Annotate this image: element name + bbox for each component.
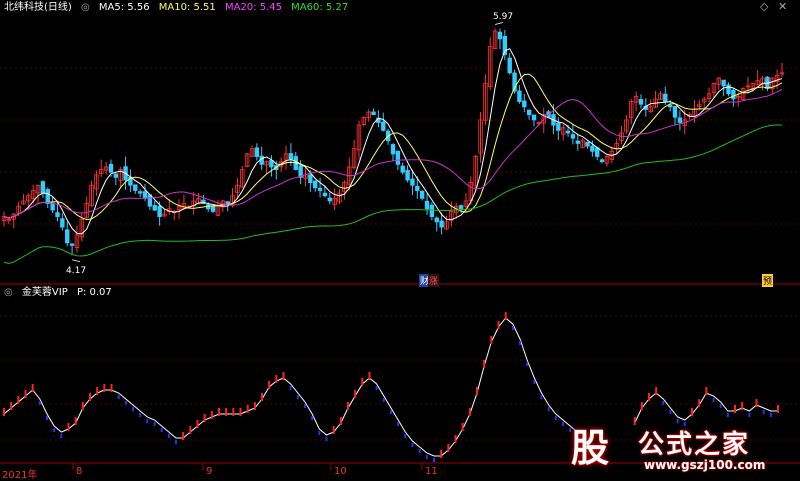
- indicator-value: P: 0.07: [76, 287, 112, 298]
- candle-body: [429, 204, 435, 218]
- candle-body: [565, 130, 571, 134]
- candle-body: [142, 191, 148, 199]
- high-marker-line: [495, 22, 504, 25]
- candle-body: [410, 178, 415, 186]
- candle-body: [225, 201, 230, 204]
- expand-icon[interactable]: ◇: [760, 0, 768, 13]
- candle-body: [726, 84, 731, 95]
- ma10-label: MA10: 5.51: [158, 2, 216, 13]
- ma5-label: MA5: 5.56: [98, 2, 150, 13]
- candle-body: [69, 243, 75, 246]
- candle-body: [108, 163, 114, 173]
- candle-body: [50, 202, 55, 211]
- low-marker-line: [71, 259, 81, 263]
- candle-body: [721, 79, 726, 87]
- candle-body: [507, 57, 512, 74]
- candle-body: [415, 185, 420, 191]
- candle-body: [60, 218, 65, 228]
- candle-body: [312, 180, 318, 189]
- candle-body: [371, 111, 376, 116]
- candle-body: [381, 121, 386, 131]
- osc-line: [634, 392, 778, 424]
- candle-body: [40, 181, 46, 194]
- stock-chart-window: 北纬科技(日线) ◎ MA5: 5.56 MA10: 5.51 MA20: 5.…: [0, 0, 800, 481]
- candle-body: [152, 205, 157, 211]
- candle-body: [395, 150, 401, 165]
- x-label-oct: 10: [334, 466, 347, 477]
- watermark-name: 公式之家: [638, 430, 751, 460]
- ma60-label: MA60: 5.27: [291, 2, 349, 13]
- candle-body: [405, 169, 410, 181]
- candle-body: [667, 104, 673, 108]
- candle-body: [322, 192, 328, 197]
- candle-body: [672, 106, 678, 118]
- candle-body: [210, 206, 216, 212]
- candle-body: [400, 165, 405, 173]
- candle-body: [317, 187, 323, 191]
- candle-body: [254, 147, 260, 157]
- candle-body: [133, 184, 138, 191]
- candle-body: [308, 174, 313, 184]
- ma20-label: MA20: 5.45: [224, 2, 282, 13]
- candle-body: [45, 189, 50, 204]
- low-price-label: 4.17: [66, 266, 87, 276]
- event-marker-forecast[interactable]: 预: [762, 274, 774, 287]
- candle-body: [269, 160, 274, 168]
- candle-body: [137, 191, 143, 194]
- candle-body: [424, 200, 430, 210]
- candle-body: [55, 212, 60, 218]
- candle-body: [113, 173, 119, 178]
- candle-body: [434, 217, 439, 223]
- candle-body: [731, 89, 736, 100]
- indicator-panel-header: ◎ 金芙蓉VIP P: 0.07: [4, 286, 118, 300]
- x-label-aug: 8: [76, 466, 83, 477]
- chart-canvas[interactable]: [0, 0, 800, 479]
- high-price-label: 5.97: [493, 12, 514, 22]
- event-marker-rise[interactable]: 涨: [428, 274, 440, 287]
- candle-body: [522, 100, 527, 108]
- candle-body: [327, 197, 332, 202]
- candle-body: [531, 114, 537, 121]
- candle-body: [677, 117, 683, 123]
- candle-body: [288, 153, 294, 160]
- candle-body: [663, 93, 668, 102]
- candle-body: [419, 190, 425, 199]
- candle-body: [599, 159, 605, 163]
- candle-body: [458, 205, 464, 210]
- candle-body: [65, 229, 70, 244]
- candle-body: [570, 134, 576, 139]
- settings-icon[interactable]: ◎: [81, 2, 90, 13]
- candle-body: [517, 90, 522, 102]
- candle-body: [390, 144, 396, 155]
- indicator-title: 金芙蓉VIP: [21, 287, 68, 298]
- indicator-settings-icon[interactable]: ◎: [4, 287, 13, 298]
- close-icon[interactable]: ✕: [778, 0, 787, 13]
- candle-body: [439, 220, 444, 228]
- candle-body: [585, 141, 590, 147]
- candle-body: [575, 140, 580, 144]
- x-label-nov: 11: [425, 466, 438, 477]
- candle-body: [526, 109, 532, 116]
- ma5-line: [3, 48, 783, 235]
- watermark-logo: 股: [570, 426, 609, 470]
- stock-title: 北纬科技(日线): [4, 2, 72, 13]
- x-label-sep: 9: [206, 466, 213, 477]
- candle-body: [497, 31, 503, 40]
- candle-body: [556, 122, 561, 131]
- price-panel-header: 北纬科技(日线) ◎ MA5: 5.56 MA10: 5.51 MA20: 5.…: [4, 1, 354, 15]
- watermark-url: www.gszj100.com: [644, 458, 766, 472]
- candle-body: [590, 145, 595, 152]
- candle-body: [638, 99, 644, 105]
- candle-body: [157, 205, 162, 218]
